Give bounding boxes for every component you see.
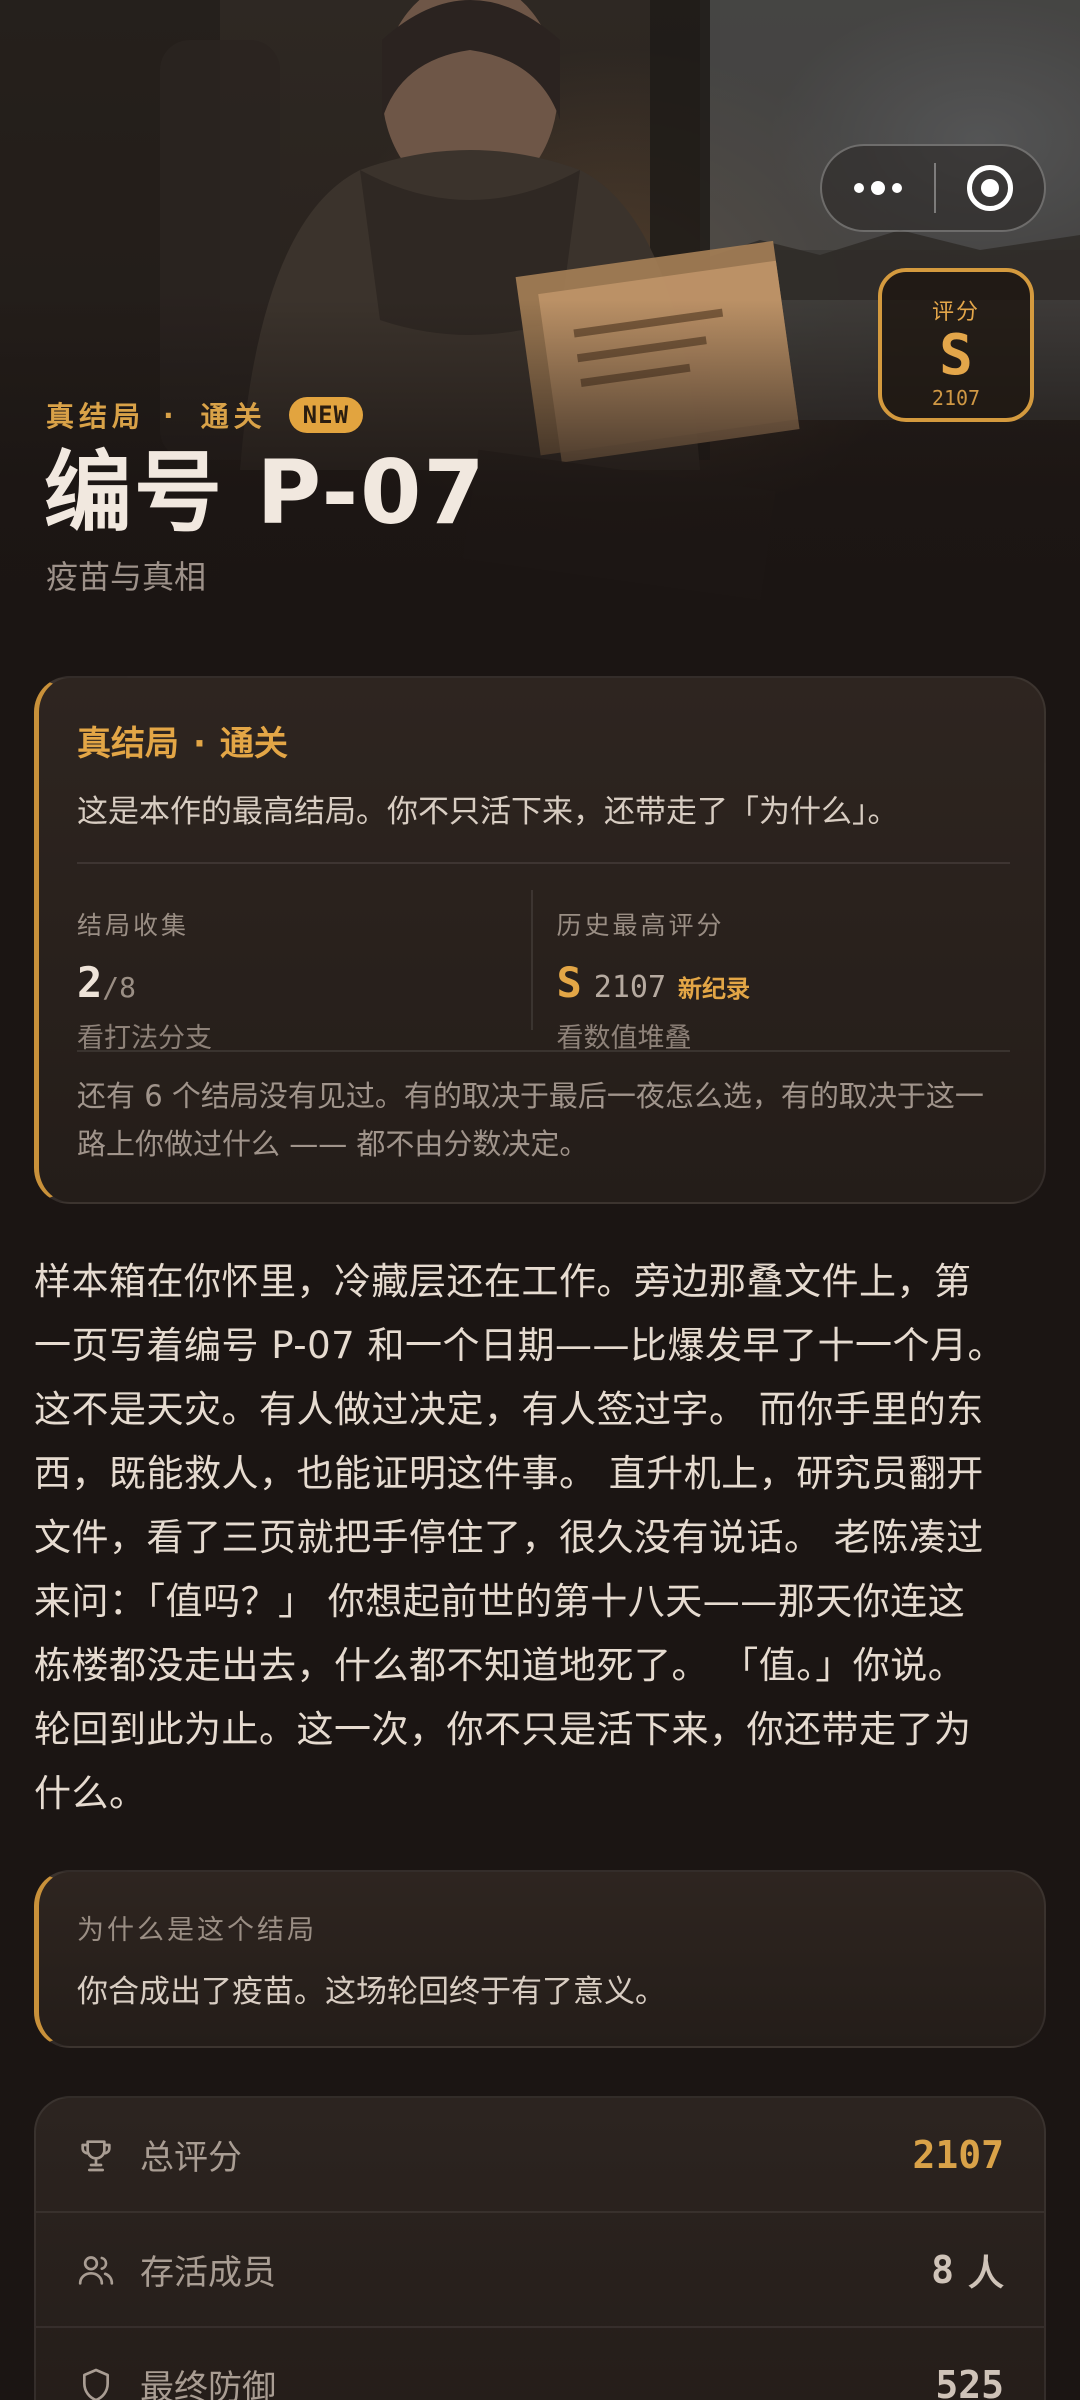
story-line: 这不是天灾。有人做过决定，有人签过字。 而你手里的东: [34, 1388, 984, 1431]
stat-row-final-defense: 最终防御 525: [36, 2328, 1044, 2400]
stat-unit: 人: [967, 2252, 1004, 2294]
stat-value: 8: [931, 2247, 954, 2292]
best-score-grade: S: [556, 958, 582, 1007]
story-line: 栋楼都没走出去，什么都不知道地死了。 「值。」你说。: [34, 1644, 966, 1687]
story-line: 一页写着编号 P-07 和一个日期——比爆发早了十一个月。: [34, 1324, 1005, 1367]
shield-icon: [83, 2368, 109, 2400]
story-line: 文件，看了三页就把手停住了，很久没有说话。 老陈凑过: [34, 1516, 984, 1559]
best-score-label: 历史最高评分: [556, 911, 725, 940]
page-title: 编号 P-07: [44, 441, 487, 544]
page-subtitle: 疫苗与真相: [46, 558, 207, 596]
collection-label: 结局收集: [77, 911, 190, 940]
ending-card-description: 这是本作的最高结局。你不只活下来，还带走了「为什么」。: [77, 794, 899, 830]
stat-value: 2107: [912, 2132, 1004, 2177]
users-icon: [78, 2255, 114, 2285]
new-badge: NEW: [288, 397, 364, 433]
reason-text: 你合成出了疫苗。这场轮回终于有了意义。: [77, 1974, 666, 2010]
mini-program-capsule: [820, 144, 1046, 232]
ending-card-title-ending: 真结局: [77, 724, 179, 764]
trophy-icon: [81, 2139, 111, 2171]
ending-card-title: 真结局 · 通关: [77, 716, 288, 765]
new-record-badge: 新纪录: [678, 975, 751, 1003]
ending-summary-card: 真结局 · 通关 这是本作的最高结局。你不只活下来，还带走了「为什么」。 结局收集 …: [34, 676, 1046, 1204]
story-line: 样本箱在你怀里，冷藏层还在工作。旁边那叠文件上，第: [34, 1260, 972, 1303]
ending-card-divider: [77, 862, 1010, 864]
score-badge: 评分 S 2107: [878, 268, 1034, 422]
collection-current: 2: [77, 958, 103, 1007]
best-score-value: 2107: [593, 970, 667, 1005]
ending-reason-card: 为什么是这个结局 你合成出了疫苗。这场轮回终于有了意义。: [34, 1870, 1046, 2048]
more-dots-icon[interactable]: [822, 146, 934, 230]
record-circle-icon[interactable]: [936, 146, 1044, 230]
ending-card-title-separator: ·: [193, 724, 206, 764]
ending-card-stats: 结局收集 2 /8 看打法分支 历史最高评分 S 2107 新纪录 看数值堆叠: [77, 890, 1011, 1054]
story-line: 什么。: [34, 1772, 147, 1815]
best-score-stat: 历史最高评分 S 2107 新纪录 看数值堆叠: [530, 890, 1011, 1054]
stat-label: 最终防御: [140, 2368, 276, 2400]
stat-row-survivors: 存活成员 8 人: [36, 2213, 1044, 2328]
story-line: 西，既能救人，也能证明这件事。 直升机上，研究员翻开: [34, 1452, 984, 1495]
ending-card-divider-2: [77, 1050, 1010, 1052]
tag-ending: 真结局: [46, 400, 146, 433]
ending-card-title-clear: 通关: [219, 724, 288, 764]
ending-tagline: 真结局 · 通关 NEW: [46, 392, 364, 438]
tag-separator: ·: [163, 398, 179, 432]
reason-label: 为什么是这个结局: [77, 1915, 317, 1946]
score-badge-label: 评分: [931, 300, 980, 325]
stat-label: 总评分: [140, 2138, 242, 2178]
stat-label: 存活成员: [140, 2253, 276, 2293]
final-stats-list: 总评分 2107 存活成员 8 人 最终防御 525: [34, 2096, 1046, 2400]
ending-card-note: 还有 6 个结局没有见过。有的取决于最后一夜怎么选，有的取决于这一路上你做过什么…: [77, 1079, 984, 1161]
ending-story: 样本箱在你怀里，冷藏层还在工作。旁边那叠文件上，第 一页写着编号 P-07 和一…: [34, 1250, 1050, 1826]
score-badge-score: 2107: [931, 386, 981, 410]
collection-total: /8: [102, 971, 137, 1004]
story-line: 轮回到此为止。这一次，你不只是活下来，你还带走了为: [34, 1708, 972, 1751]
tag-clear: 通关: [200, 400, 267, 433]
stat-value: 525: [935, 2362, 1004, 2400]
score-badge-grade: S: [939, 323, 973, 388]
stat-row-total-score: 总评分 2107: [36, 2098, 1044, 2213]
story-line: 来问：「值吗？」 你想起前世的第十八天——那天你连这: [34, 1580, 966, 1623]
ending-collection-stat: 结局收集 2 /8 看打法分支: [77, 890, 531, 1054]
